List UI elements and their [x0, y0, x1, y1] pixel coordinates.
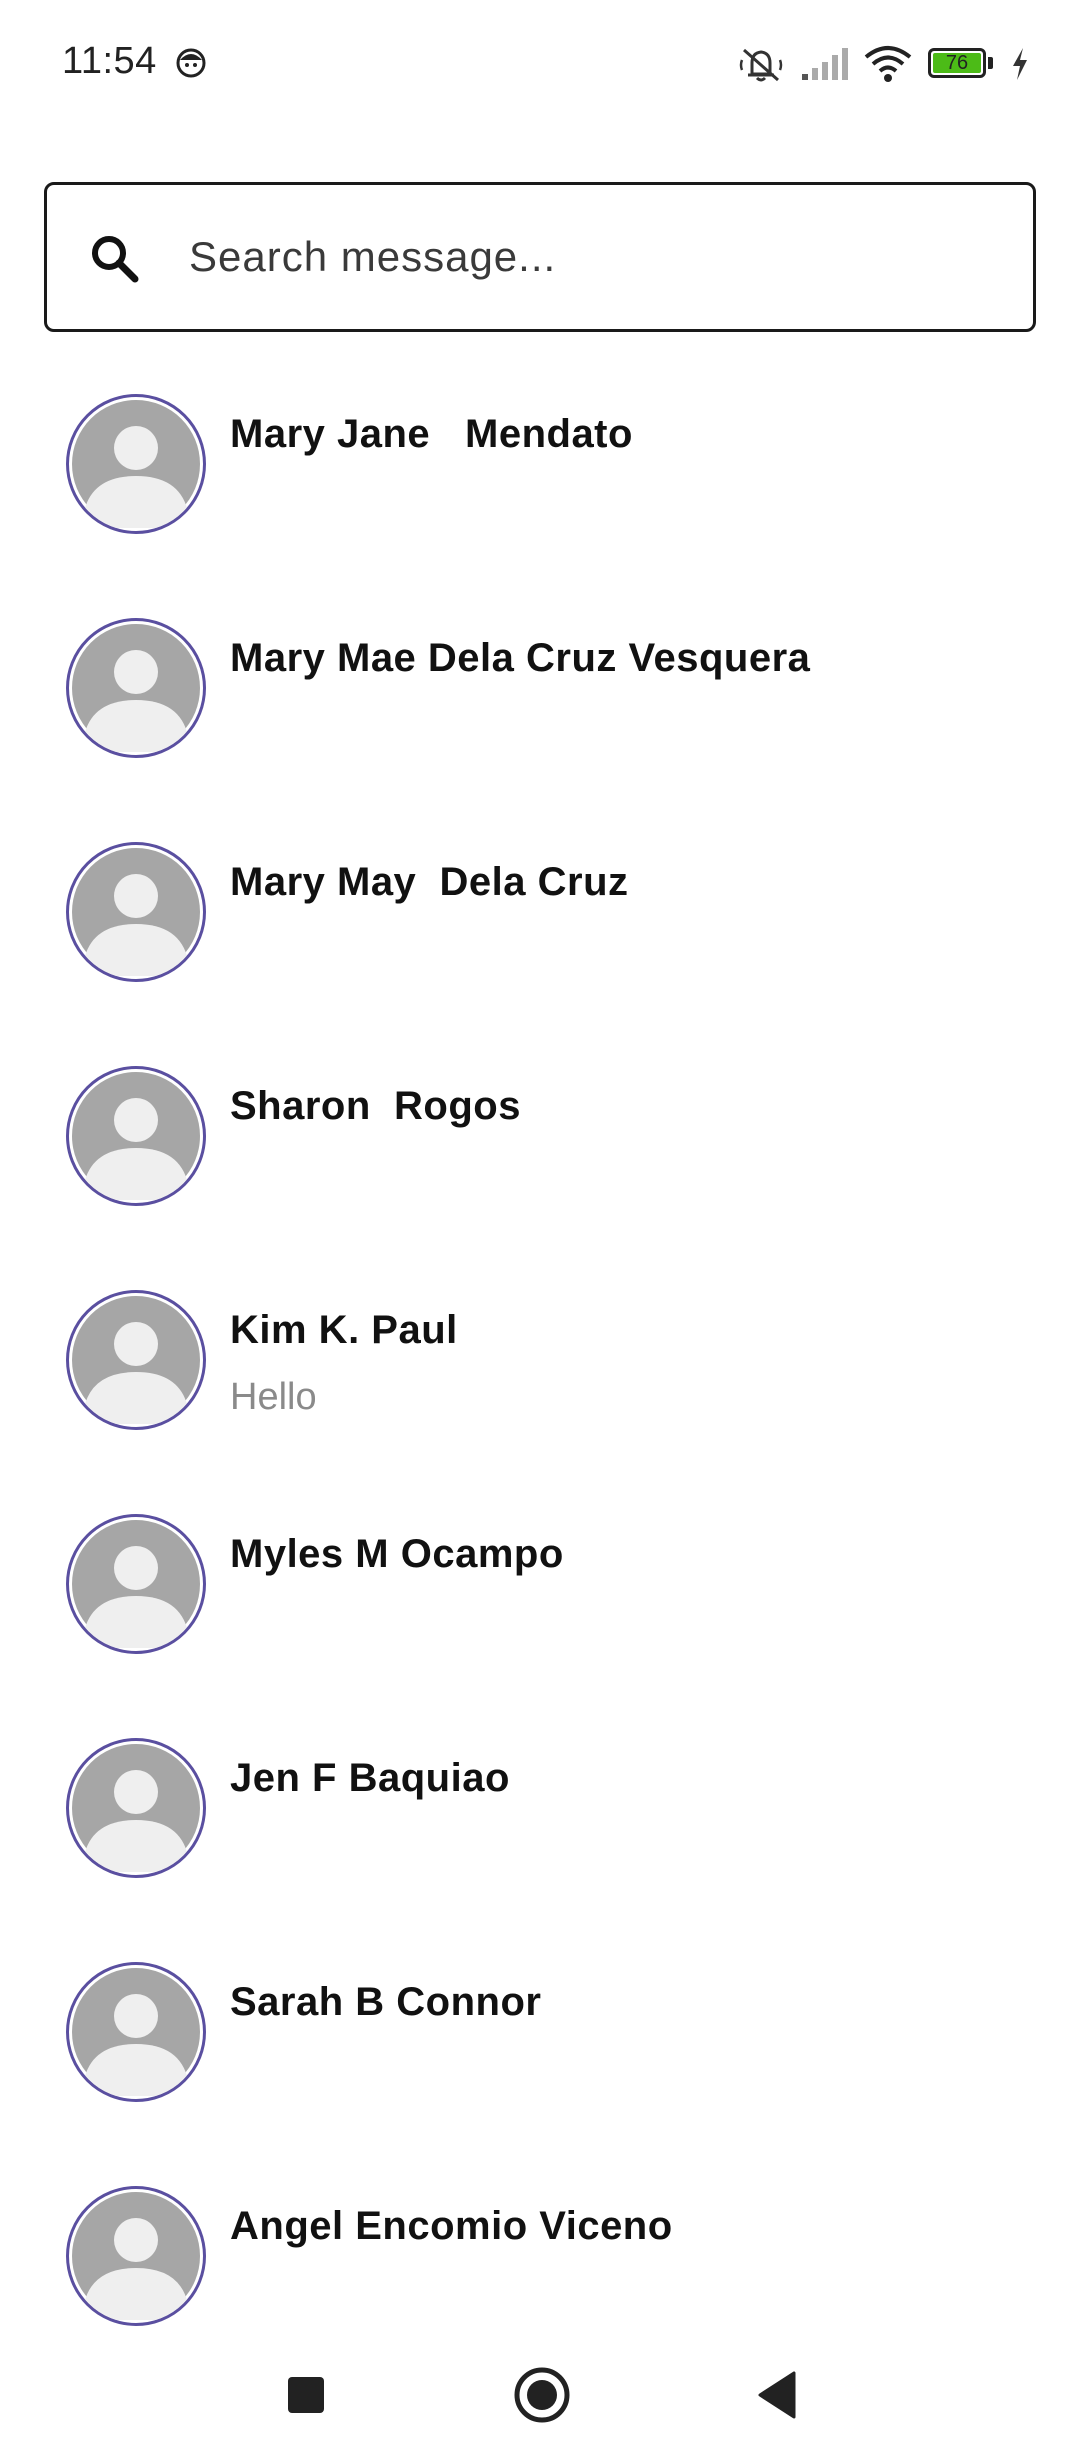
contact-list-item[interactable]: Sharon Rogos — [0, 1044, 1080, 1268]
search-icon — [92, 236, 139, 283]
screen: 11:54 76 Search message... Mary Jane Men… — [0, 0, 1080, 2460]
contact-name: Myles M Ocampo — [230, 1532, 564, 1576]
default-avatar-icon — [72, 1520, 200, 1648]
recent-apps-icon[interactable] — [271, 2360, 341, 2430]
default-avatar-icon — [72, 1296, 200, 1424]
contact-list-item[interactable]: Jen F Baquiao — [0, 1716, 1080, 1940]
contact-last-message: Hello — [230, 1376, 317, 1418]
contact-name: Mary Jane Mendato — [230, 412, 633, 456]
default-avatar-icon — [72, 1744, 200, 1872]
avatar — [66, 1738, 206, 1878]
avatar — [66, 394, 206, 534]
search-input[interactable] — [189, 215, 989, 299]
contact-name: Kim K. Paul — [230, 1308, 458, 1352]
avatar — [66, 2186, 206, 2326]
navigation-bar — [0, 2330, 1080, 2460]
contact-list-item[interactable]: Sarah B Connor — [0, 1940, 1080, 2164]
avatar — [66, 618, 206, 758]
default-avatar-icon — [72, 2192, 200, 2320]
status-bar: 11:54 76 — [0, 0, 1080, 130]
default-avatar-icon — [72, 400, 200, 528]
contact-list: Mary Jane Mendato Mary Mae Dela Cruz Vesq… — [0, 372, 1080, 2388]
signal-icon — [802, 48, 848, 80]
avatar — [66, 1514, 206, 1654]
mute-icon — [739, 48, 783, 82]
contact-list-item[interactable]: Myles M Ocampo — [0, 1492, 1080, 1716]
avatar — [66, 1066, 206, 1206]
contact-list-item[interactable]: Mary Jane Mendato — [0, 372, 1080, 596]
search-box[interactable] — [44, 182, 1036, 332]
contact-name: Sarah B Connor — [230, 1980, 542, 2024]
face-notification-icon — [176, 48, 206, 78]
default-avatar-icon — [72, 624, 200, 752]
contact-name: Mary Mae Dela Cruz Vesquera — [230, 636, 811, 680]
avatar — [66, 1290, 206, 1430]
charging-icon — [1013, 48, 1027, 80]
contact-list-item[interactable]: Mary Mae Dela Cruz Vesquera — [0, 596, 1080, 820]
wifi-icon — [864, 46, 912, 82]
contact-name: Mary May Dela Cruz — [230, 860, 629, 904]
contact-name: Sharon Rogos — [230, 1084, 521, 1128]
default-avatar-icon — [72, 1072, 200, 1200]
back-icon[interactable] — [742, 2360, 812, 2430]
battery-level-text: 76 — [945, 52, 969, 74]
default-avatar-icon — [72, 848, 200, 976]
avatar — [66, 1962, 206, 2102]
status-icons: 76 — [738, 44, 1030, 84]
contact-name: Jen F Baquiao — [230, 1756, 510, 1800]
contact-list-item[interactable]: Kim K. Paul Hello — [0, 1268, 1080, 1492]
contact-name: Angel Encomio Viceno — [230, 2204, 673, 2248]
default-avatar-icon — [72, 1968, 200, 2096]
battery-icon: 76 — [928, 48, 994, 80]
home-icon[interactable] — [507, 2360, 577, 2430]
avatar — [66, 842, 206, 982]
status-time: 11:54 — [62, 40, 157, 82]
contact-list-item[interactable]: Mary May Dela Cruz — [0, 820, 1080, 1044]
